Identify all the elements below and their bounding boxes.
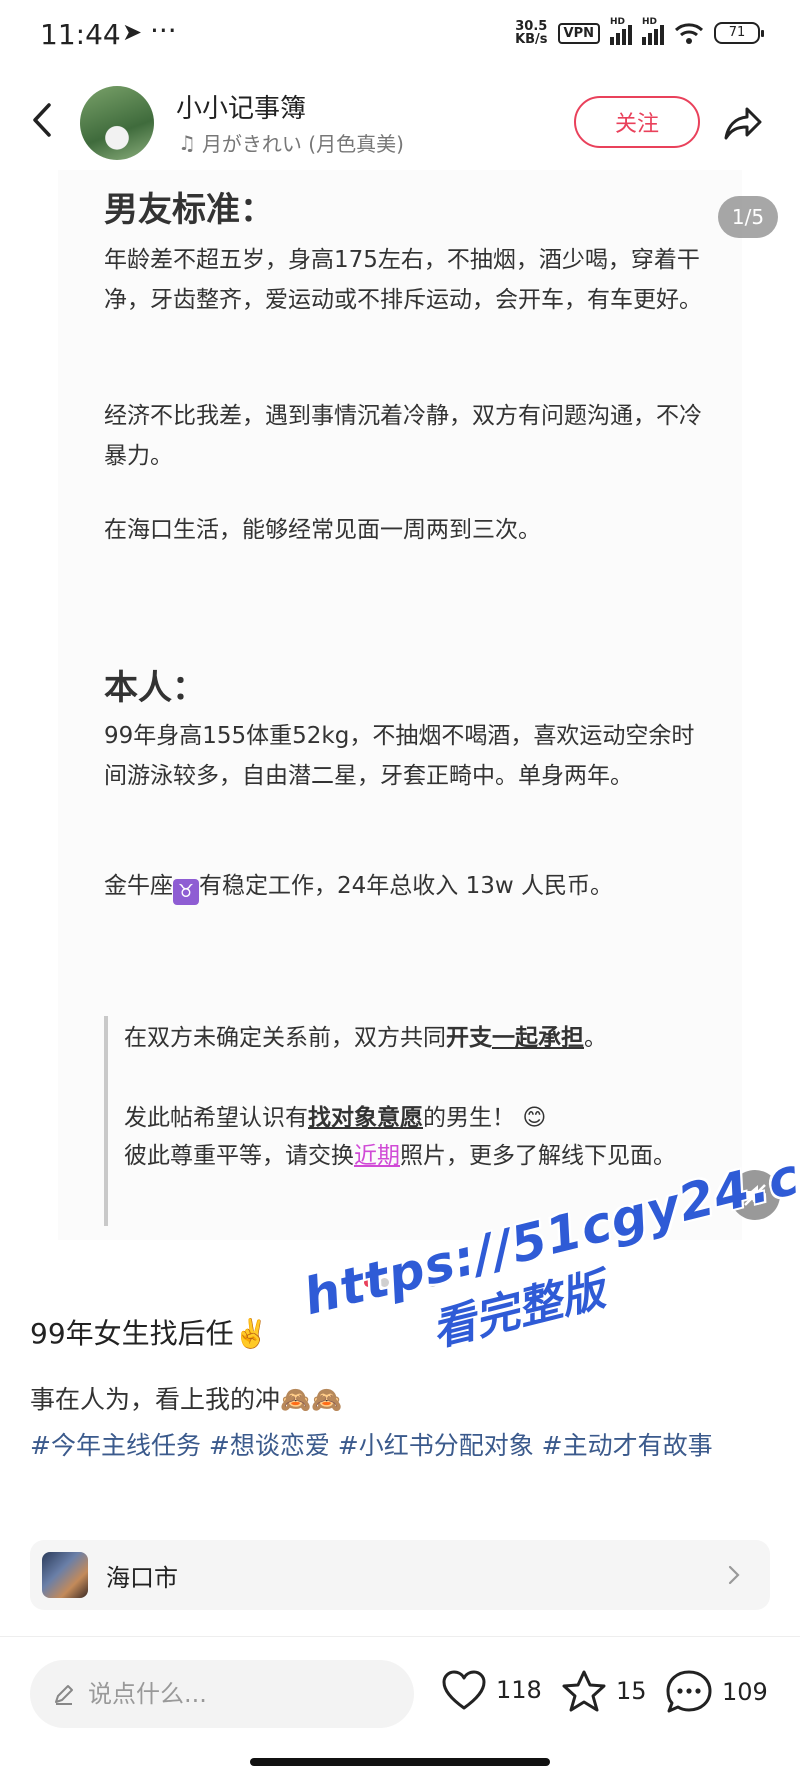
image-page-indicator: 1/5 bbox=[718, 196, 778, 238]
follow-button[interactable]: 关注 bbox=[574, 96, 700, 148]
section-heading-self: 本人： bbox=[104, 668, 206, 708]
status-time: 11:44 bbox=[40, 18, 121, 51]
carousel-dot bbox=[412, 1278, 421, 1287]
carousel-dot bbox=[380, 1278, 389, 1287]
post-title: 99年女生找后任✌️ bbox=[30, 1317, 269, 1350]
text-highlight: 近期 bbox=[354, 1143, 400, 1169]
carousel-dot bbox=[428, 1278, 437, 1287]
comment-count: 109 bbox=[722, 1678, 768, 1706]
location-name: 海口市 bbox=[106, 1563, 178, 1592]
comment-input-box[interactable] bbox=[30, 1660, 414, 1728]
text-span: 有稳定工作，24年总收入 13w 人民币。 bbox=[199, 873, 613, 899]
heart-icon bbox=[442, 1670, 486, 1710]
favorite-count: 15 bbox=[616, 1677, 647, 1705]
network-speed: 30.5 KB/s bbox=[515, 20, 547, 46]
note-paragraph: 年龄差不超五岁，身高175左右，不抽烟，酒少喝，穿着干净，牙齿整齐，爱运动或不排… bbox=[104, 247, 702, 313]
battery-icon: 71 bbox=[714, 22, 764, 44]
text-span: 照片，更多了解线下见面。 bbox=[400, 1143, 676, 1169]
status-bar: 11:44 ➤ ··· 30.5 KB/s VPN HD HD 71 bbox=[0, 0, 800, 70]
signal-icon-2: HD bbox=[642, 17, 664, 45]
mute-button[interactable] bbox=[730, 1170, 780, 1220]
network-speed-unit: KB/s bbox=[515, 32, 548, 47]
post-body: 事在人为，看上我的冲🙈🙈 bbox=[30, 1385, 343, 1414]
divider bbox=[0, 1636, 800, 1637]
text-span: 。 bbox=[584, 1025, 607, 1051]
author-avatar[interactable] bbox=[80, 86, 154, 160]
chevron-left-icon bbox=[33, 103, 51, 137]
carousel-dot bbox=[396, 1278, 405, 1287]
signal-icon: HD bbox=[610, 17, 632, 45]
taurus-icon: ♉ bbox=[173, 879, 199, 905]
signal-hd-label: HD bbox=[610, 17, 626, 27]
like-button[interactable]: 118 bbox=[440, 1668, 542, 1712]
text-span: 的男生！ bbox=[423, 1105, 515, 1131]
speaker-muted-icon bbox=[744, 1184, 766, 1206]
quote-line: 发此帖希望认识有找对象意愿的男生！ 😊 bbox=[124, 1098, 704, 1138]
section-heading-boyfriend: 男友标准： bbox=[104, 190, 274, 230]
post-header: 小小记事簿 ♫ 月がきれい (月色真美) 关注 bbox=[0, 70, 800, 170]
status-indicators: 30.5 KB/s VPN HD HD 71 bbox=[515, 17, 764, 46]
quote-line: 彼此尊重平等，请交换近期照片，更多了解线下见面。 bbox=[124, 1136, 704, 1176]
location-arrow-icon: ➤ bbox=[122, 18, 143, 46]
signal-hd-label-2: HD bbox=[642, 17, 658, 27]
share-button[interactable] bbox=[718, 100, 768, 146]
comment-bubble-icon bbox=[666, 1670, 712, 1713]
note-paragraph: 99年身高155体重52kg，不抽烟不喝酒，喜欢运动空余时间游泳较多，自由潜二星… bbox=[104, 723, 695, 789]
wifi-icon bbox=[674, 23, 704, 44]
note-paragraph: 经济不比我差，遇到事情沉着冷静，双方有问题沟通，不冷暴力。 bbox=[104, 403, 702, 469]
background-music[interactable]: ♫ 月がきれい (月色真美) bbox=[178, 128, 404, 157]
chevron-right-icon bbox=[728, 1565, 740, 1585]
quote-line: 在双方未确定关系前，双方共同开支一起承担。 bbox=[124, 1018, 704, 1058]
carousel-dots bbox=[364, 1278, 437, 1287]
note-paragraph: 在海口生活，能够经常见面一周两到三次。 bbox=[104, 517, 541, 543]
text-span: 发此帖希望认识有 bbox=[124, 1105, 308, 1131]
home-indicator[interactable] bbox=[250, 1758, 550, 1766]
favorite-button[interactable]: 15 bbox=[560, 1668, 647, 1714]
comment-input[interactable] bbox=[88, 1680, 388, 1708]
pencil-icon bbox=[55, 1685, 73, 1705]
text-span: 金牛座 bbox=[104, 873, 173, 899]
text-underline: 一起承担 bbox=[492, 1025, 584, 1051]
post-image[interactable]: 男友标准： 年龄差不超五岁，身高175左右，不抽烟，酒少喝，穿着干净，牙齿整齐，… bbox=[0, 170, 800, 1240]
text-bold: 开支 bbox=[446, 1025, 492, 1051]
post-tags[interactable]: #今年主线任务 #想谈恋爱 #小红书分配对象 #主动才有故事 bbox=[30, 1424, 790, 1468]
music-title: 月がきれい (月色真美) bbox=[201, 132, 404, 156]
author-name[interactable]: 小小记事簿 bbox=[176, 88, 306, 125]
carousel-dot bbox=[364, 1278, 373, 1287]
vpn-badge: VPN bbox=[557, 22, 600, 44]
text-span: 彼此尊重平等，请交换 bbox=[124, 1143, 354, 1169]
text-underline: 找对象意愿 bbox=[308, 1105, 423, 1131]
like-count: 118 bbox=[496, 1676, 542, 1704]
location-thumbnail bbox=[42, 1552, 88, 1598]
star-icon bbox=[562, 1670, 606, 1712]
text-span: 在双方未确定关系前，双方共同 bbox=[124, 1025, 446, 1051]
share-icon bbox=[724, 107, 762, 140]
location-card[interactable]: 海口市 bbox=[30, 1540, 770, 1610]
quote-bar bbox=[104, 1016, 108, 1226]
music-note-icon: ♫ bbox=[178, 130, 196, 155]
smile-emoji-icon: 😊 bbox=[522, 1105, 547, 1131]
back-button[interactable] bbox=[22, 98, 62, 142]
more-notifications-icon: ··· bbox=[150, 14, 177, 47]
note-paragraph: 金牛座 ♉ 有稳定工作，24年总收入 13w 人民币。 bbox=[104, 866, 704, 906]
comment-button[interactable]: 109 bbox=[664, 1668, 768, 1716]
